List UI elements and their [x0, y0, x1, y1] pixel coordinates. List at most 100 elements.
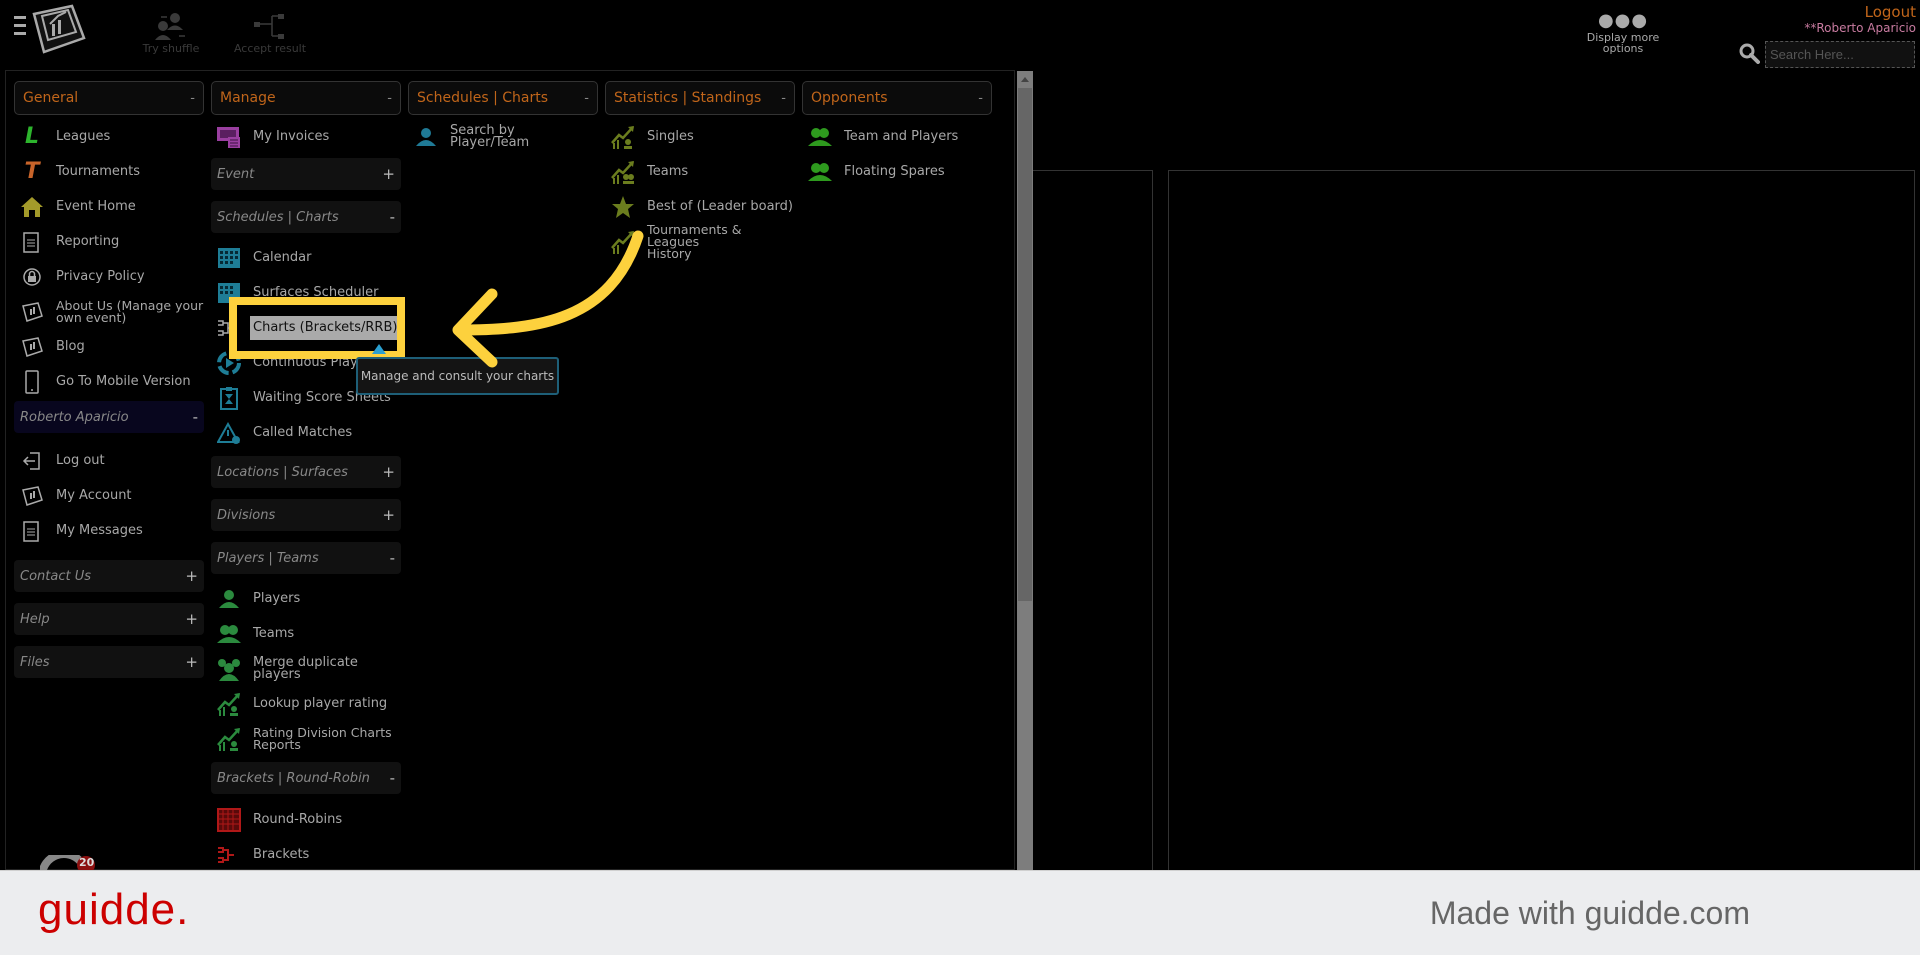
menu-item-log-out[interactable]: Log out — [14, 443, 204, 478]
manage-header[interactable]: Manage - — [211, 81, 401, 115]
document-icon — [18, 229, 46, 255]
accept-result-label: Accept result — [233, 42, 307, 55]
menu-item-my-account[interactable]: My Account — [14, 478, 204, 513]
collapse-toggle[interactable]: - — [193, 408, 198, 426]
scrollbar-thumb[interactable] — [1018, 88, 1032, 601]
menu-item-brackets[interactable]: Brackets — [211, 837, 401, 872]
menu-item-privacy-policy[interactable]: Privacy Policy — [14, 259, 204, 294]
menu-item-round-robins[interactable]: Round-Robins — [211, 802, 401, 837]
search-input[interactable] — [1765, 41, 1915, 68]
stats-history-icon — [609, 229, 637, 255]
opponents-header[interactable]: Opponents - — [802, 81, 992, 115]
menu-item-calendar[interactable]: Calendar — [211, 240, 401, 275]
guidde-footer: guidde. Made with guidde.com — [0, 870, 1920, 955]
collapse-toggle[interactable]: - — [190, 91, 195, 106]
app-logo-icon — [18, 483, 46, 509]
files-section[interactable]: Files + — [14, 646, 204, 678]
bracket-tree-icon — [254, 14, 284, 39]
app-logo-icon — [18, 334, 46, 360]
shuffle-users-icon — [155, 13, 185, 40]
menu-scrollbar[interactable] — [1017, 71, 1033, 871]
collapse-toggle[interactable]: - — [387, 91, 392, 106]
expand-toggle[interactable]: + — [185, 610, 198, 628]
mobile-phone-icon — [18, 369, 46, 395]
menu-item-search-by-player-team[interactable]: Search by Player/Team — [408, 119, 598, 154]
expand-toggle[interactable]: + — [382, 165, 395, 183]
scroll-up-arrow-icon[interactable] — [1017, 71, 1033, 88]
logout-link[interactable]: Logout — [1865, 3, 1916, 21]
expand-toggle[interactable]: + — [185, 567, 198, 585]
menu-item-event-home[interactable]: Event Home — [14, 189, 204, 224]
expand-toggle[interactable]: + — [185, 653, 198, 671]
search-icon[interactable] — [1738, 42, 1760, 64]
guidde-logo: guidde. — [38, 885, 190, 934]
general-header[interactable]: General - — [14, 81, 204, 115]
player-icon — [215, 586, 243, 612]
menu-item-stats-singles[interactable]: Singles — [605, 119, 795, 154]
document-icon — [18, 518, 46, 544]
rating-chart-icon — [215, 726, 243, 752]
main-menu-button[interactable] — [12, 2, 92, 58]
schedules-charts-header[interactable]: Schedules | Charts - — [408, 81, 598, 115]
menu-item-team-and-players[interactable]: Team and Players — [802, 119, 992, 154]
calendar-icon — [215, 245, 243, 271]
players-teams-section[interactable]: Players | Teams - — [211, 542, 401, 574]
menu-item-tournaments-leagues-history[interactable]: Tournaments & Leagues History — [605, 223, 795, 259]
menu-item-teams[interactable]: Teams — [211, 616, 401, 651]
top-bar: Try shuffle Accept result ●●● Display mo… — [0, 0, 1920, 68]
warning-check-icon — [215, 420, 243, 446]
mega-menu: General - L Leagues T Tournaments Event … — [5, 70, 1015, 870]
menu-item-leagues[interactable]: L Leagues — [14, 119, 204, 154]
menu-item-best-of-leader-board[interactable]: Best of (Leader board) — [605, 189, 795, 224]
accept-result-button[interactable]: Accept result — [232, 6, 308, 55]
menu-item-my-invoices[interactable]: My Invoices — [211, 119, 401, 154]
rating-chart-icon — [215, 691, 243, 717]
tooltip: Manage and consult your charts — [356, 357, 559, 395]
content-panel-main — [1168, 170, 1915, 870]
try-shuffle-label: Try shuffle — [142, 42, 200, 55]
menu-item-mobile-version[interactable]: Go To Mobile Version — [14, 364, 204, 399]
contact-us-section[interactable]: Contact Us + — [14, 560, 204, 592]
lock-icon — [18, 264, 46, 290]
collapse-toggle[interactable]: - — [978, 91, 983, 106]
made-with-text: Made with guidde.com — [1429, 895, 1750, 931]
team-icon — [806, 159, 834, 185]
display-more-options-label: Display more options — [1586, 31, 1660, 55]
try-shuffle-button[interactable]: Try shuffle — [140, 6, 202, 55]
brackets-round-robin-section[interactable]: Brackets | Round-Robin - — [211, 762, 401, 794]
display-more-options-button[interactable]: ●●● Display more options — [1584, 12, 1662, 55]
divisions-section[interactable]: Divisions + — [211, 499, 401, 531]
collapse-toggle[interactable]: - — [584, 91, 589, 106]
logout-icon — [18, 448, 46, 474]
help-section[interactable]: Help + — [14, 603, 204, 635]
schedules-charts-column: Schedules | Charts - Search by Player/Te… — [408, 81, 598, 154]
menu-item-stats-teams[interactable]: Teams — [605, 154, 795, 189]
locations-surfaces-section[interactable]: Locations | Surfaces + — [211, 456, 401, 488]
user-section-header[interactable]: Roberto Aparicio - — [14, 401, 204, 433]
menu-item-merge-duplicate-players[interactable]: Merge duplicate players — [211, 651, 401, 686]
tournaments-T-icon: T — [24, 159, 40, 184]
group-icon — [215, 656, 243, 682]
menu-item-my-messages[interactable]: My Messages — [14, 513, 204, 548]
menu-item-players[interactable]: Players — [211, 581, 401, 616]
menu-item-lookup-player-rating[interactable]: Lookup player rating — [211, 686, 401, 721]
statistics-header[interactable]: Statistics | Standings - — [605, 81, 795, 115]
menu-item-rating-division-charts-reports[interactable]: Rating Division Charts Reports — [211, 721, 401, 756]
menu-item-reporting[interactable]: Reporting — [14, 224, 204, 259]
collapse-toggle[interactable]: - — [390, 549, 395, 567]
home-icon — [18, 194, 46, 220]
schedules-charts-section[interactable]: Schedules | Charts - — [211, 201, 401, 233]
collapse-toggle[interactable]: - — [781, 91, 786, 106]
collapse-toggle[interactable]: - — [390, 769, 395, 787]
menu-item-about-us[interactable]: About Us (Manage your own event) — [14, 294, 204, 329]
menu-item-floating-spares[interactable]: Floating Spares — [802, 154, 992, 189]
content-panel-left — [1033, 170, 1153, 870]
menu-item-called-matches[interactable]: Called Matches — [211, 415, 401, 450]
player-search-icon — [412, 124, 440, 150]
menu-item-tournaments[interactable]: T Tournaments — [14, 154, 204, 189]
expand-toggle[interactable]: + — [382, 463, 395, 481]
collapse-toggle[interactable]: - — [390, 208, 395, 226]
event-section[interactable]: Event + — [211, 158, 401, 190]
menu-item-blog[interactable]: Blog — [14, 329, 204, 364]
expand-toggle[interactable]: + — [382, 506, 395, 524]
